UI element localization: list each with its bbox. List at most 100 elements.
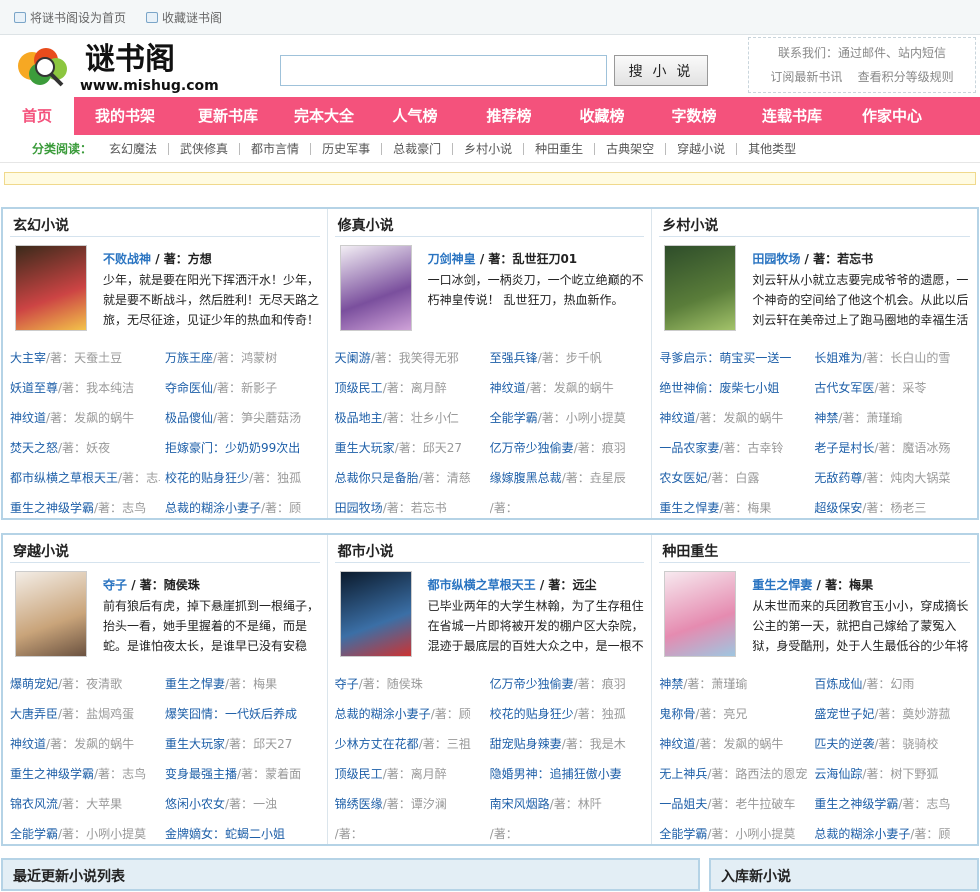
- book-item[interactable]: 寻爹启示：萌宝买一送一: [659, 349, 809, 366]
- panel-title[interactable]: 种田重生: [662, 541, 718, 561]
- book-title[interactable]: 拒嫁豪门：少奶奶99次出: [165, 441, 300, 455]
- book-title[interactable]: 无敌药尊: [814, 471, 862, 485]
- book-item[interactable]: 都市纵横之草根天王/著：志鸟: [10, 469, 160, 486]
- nav-item[interactable]: 字数榜: [648, 97, 740, 135]
- nav-item[interactable]: 完本大全: [280, 97, 368, 135]
- book-cover[interactable]: [15, 245, 87, 331]
- book-item[interactable]: 总裁的糊涂小妻子/著：顾: [814, 825, 972, 842]
- book-item[interactable]: 神纹道/著：发飙的蜗牛: [10, 409, 160, 426]
- book-item[interactable]: /著：: [490, 499, 648, 516]
- search-input[interactable]: [280, 55, 607, 86]
- book-cover[interactable]: [339, 245, 412, 331]
- book-item[interactable]: 无上神兵/著：路西法的恩宠: [659, 765, 809, 782]
- book-title[interactable]: 极品傻仙: [165, 411, 213, 425]
- book-item[interactable]: 万族王座/著：鸿蒙树: [165, 349, 323, 366]
- category-link[interactable]: 历史军事: [310, 142, 381, 155]
- book-title[interactable]: 盛宠世子妃: [814, 707, 874, 721]
- book-title[interactable]: 极品地主: [335, 411, 383, 425]
- category-link[interactable]: 古典架空: [594, 142, 665, 155]
- book-title[interactable]: 老子是村长: [814, 441, 874, 455]
- book-item[interactable]: 亿万帝少独偷妻/著：痕羽: [490, 675, 648, 692]
- book-title[interactable]: 妖道至尊: [10, 381, 58, 395]
- featured-title[interactable]: 夺子: [103, 578, 127, 592]
- book-item[interactable]: 悠闲小农女/著：一浊: [165, 795, 323, 812]
- book-item[interactable]: 一品姐夫/著：老牛拉破车: [659, 795, 809, 812]
- book-title[interactable]: 神纹道: [10, 411, 46, 425]
- book-title[interactable]: 无上神兵: [659, 767, 707, 781]
- subscribe-link[interactable]: 订阅最新书讯: [770, 70, 842, 84]
- book-title[interactable]: 锦衣风流: [10, 797, 58, 811]
- book-item[interactable]: 全能学霸/著：小咧小提莫: [490, 409, 648, 426]
- book-title[interactable]: 重生大玩家: [165, 737, 225, 751]
- book-item[interactable]: 顶级民工/著：离月醉: [335, 765, 485, 782]
- featured-title[interactable]: 重生之悍妻: [752, 578, 812, 592]
- book-title[interactable]: 超级保安: [814, 501, 862, 515]
- book-title[interactable]: 夺命医仙: [165, 381, 213, 395]
- book-item[interactable]: 南宋风烟路/著：林阡: [490, 795, 648, 812]
- book-item[interactable]: 鬼称骨/著：亮兄: [659, 705, 809, 722]
- book-item[interactable]: 爆笑囧情：一代妖后养成: [165, 705, 323, 722]
- featured-title[interactable]: 刀剑神皇: [428, 252, 476, 266]
- book-item[interactable]: 焚天之怒/著：妖夜: [10, 439, 160, 456]
- book-item[interactable]: 极品傻仙/著：笋尖蘑菇汤: [165, 409, 323, 426]
- book-title[interactable]: 重生之悍妻: [659, 501, 719, 515]
- bookmark-link[interactable]: 收藏谜书阁: [146, 9, 222, 26]
- book-item[interactable]: 全能学霸/著：小咧小提莫: [659, 825, 809, 842]
- book-item[interactable]: 大唐弄臣/著：盐焗鸡蛋: [10, 705, 160, 722]
- book-item[interactable]: 金牌嫡女：蛇蝎二小姐: [165, 825, 323, 842]
- book-title[interactable]: 至强兵锋: [490, 351, 538, 365]
- category-link[interactable]: 都市言情: [239, 142, 310, 155]
- book-item[interactable]: 妖道至尊/著：我本纯洁: [10, 379, 160, 396]
- book-item[interactable]: /著：: [335, 825, 485, 842]
- book-title[interactable]: 天阑游: [335, 351, 371, 365]
- book-item[interactable]: 极品地主/著：壮乡小仁: [335, 409, 485, 426]
- book-title[interactable]: 云海仙踪: [814, 767, 862, 781]
- set-home-link[interactable]: 将谜书阁设为首页: [14, 9, 126, 26]
- book-item[interactable]: 全能学霸/著：小咧小提莫: [10, 825, 160, 842]
- book-title[interactable]: 爆萌宠妃: [10, 677, 58, 691]
- panel-title[interactable]: 玄幻小说: [13, 215, 69, 235]
- site-logo[interactable]: 谜书阁 www.mishug.com: [10, 39, 235, 93]
- book-item[interactable]: 盛宠世子妃/著：奠妙游菰: [814, 705, 972, 722]
- book-item[interactable]: 神纹道/著：发飙的蜗牛: [10, 735, 160, 752]
- category-link[interactable]: 其他类型: [736, 142, 807, 155]
- book-title[interactable]: 一品农家妻: [659, 441, 719, 455]
- book-item[interactable]: 神禁/著：萧瑾瑜: [659, 675, 809, 692]
- nav-item[interactable]: 人气榜: [368, 97, 462, 135]
- featured-title[interactable]: 田园牧场: [752, 252, 800, 266]
- book-item[interactable]: 顶级民工/著：离月醉: [335, 379, 485, 396]
- book-title[interactable]: 大唐弄臣: [10, 707, 58, 721]
- book-title[interactable]: 重生之神级学霸: [10, 767, 94, 781]
- book-item[interactable]: 重生之神级学霸/著：志鸟: [10, 765, 160, 782]
- book-title[interactable]: 悠闲小农女: [165, 797, 225, 811]
- featured-title[interactable]: 都市纵横之草根天王: [428, 578, 536, 592]
- book-title[interactable]: 全能学霸: [490, 411, 538, 425]
- book-title[interactable]: 校花的贴身狂少: [165, 471, 249, 485]
- book-item[interactable]: 天阑游/著：我笑得无邪: [335, 349, 485, 366]
- book-item[interactable]: 校花的贴身狂少/著：独孤: [165, 469, 323, 486]
- category-link[interactable]: 穿越小说: [665, 142, 736, 155]
- book-title[interactable]: 总裁的糊涂小妻子: [165, 501, 261, 515]
- book-title[interactable]: 神纹道: [10, 737, 46, 751]
- book-cover[interactable]: [664, 571, 737, 657]
- book-item[interactable]: 总裁你只是备胎/著：清慈: [335, 469, 485, 486]
- book-title[interactable]: 重生之悍妻: [165, 677, 225, 691]
- book-item[interactable]: 匹夫的逆袭/著：骁骑校: [814, 735, 972, 752]
- book-item[interactable]: 一品农家妻/著：古幸铃: [659, 439, 809, 456]
- nav-item[interactable]: 作家中心: [844, 97, 940, 135]
- book-title[interactable]: 一品姐夫: [659, 797, 707, 811]
- book-item[interactable]: 总裁的糊涂小妻子/著：顾: [165, 499, 323, 516]
- book-title[interactable]: 全能学霸: [659, 827, 707, 841]
- book-title[interactable]: 夺子: [335, 677, 359, 691]
- book-title[interactable]: 全能学霸: [10, 827, 58, 841]
- nav-item[interactable]: 更新书库: [176, 97, 280, 135]
- book-title[interactable]: 总裁你只是备胎: [335, 471, 419, 485]
- book-item[interactable]: 缘嫁腹黑总裁/著：垚星辰: [490, 469, 648, 486]
- book-title[interactable]: 缘嫁腹黑总裁: [490, 471, 562, 485]
- book-item[interactable]: 神纹道/著：发飙的蜗牛: [490, 379, 648, 396]
- book-title[interactable]: 大主宰: [10, 351, 46, 365]
- book-title[interactable]: 古代女军医: [814, 381, 874, 395]
- book-title[interactable]: 焚天之怒: [10, 441, 58, 455]
- book-title[interactable]: 重生大玩家: [335, 441, 395, 455]
- book-item[interactable]: /著：: [490, 825, 648, 842]
